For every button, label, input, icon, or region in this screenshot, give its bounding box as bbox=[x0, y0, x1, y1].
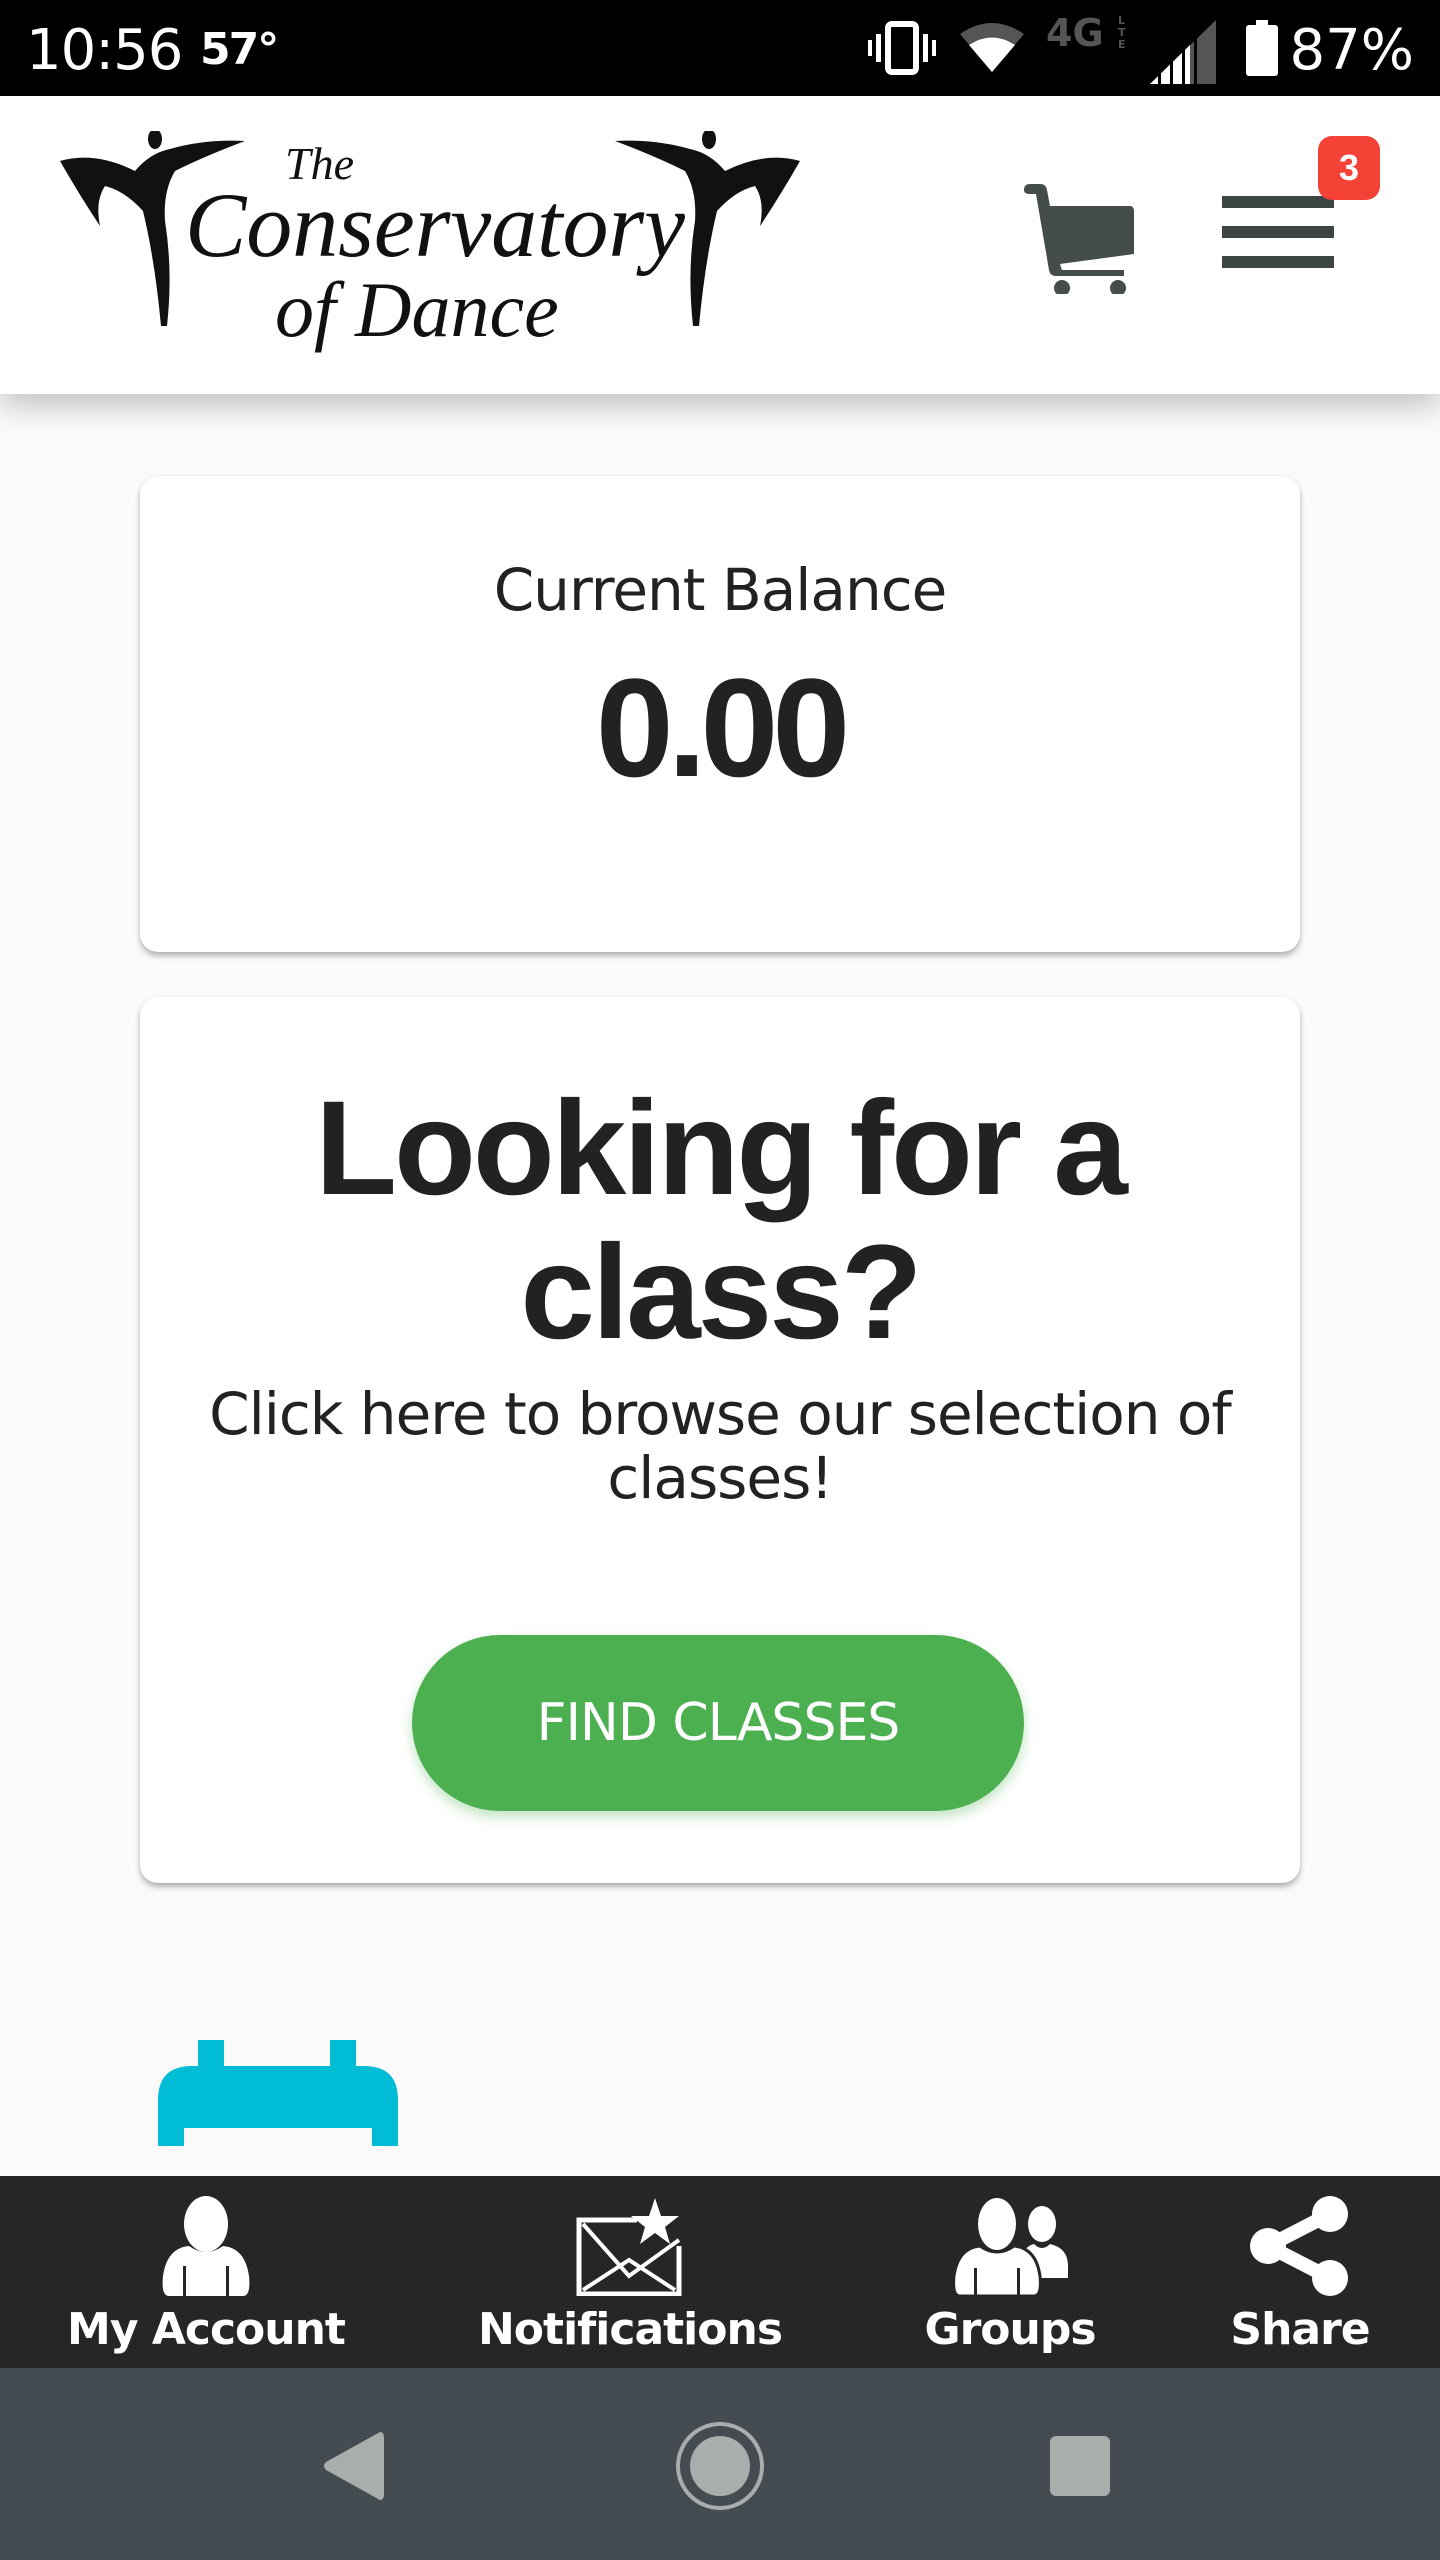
menu-notification-badge: 3 bbox=[1318, 136, 1380, 200]
signal-icon bbox=[1150, 20, 1216, 84]
menu-bar-bottom bbox=[1222, 256, 1334, 268]
logo-text-conservatory: Conservatory bbox=[185, 174, 685, 276]
user-icon bbox=[162, 2196, 250, 2296]
bottom-navigation: My Account Notifications Groups Share bbox=[0, 2176, 1440, 2368]
nav-my-account[interactable]: My Account bbox=[46, 2176, 366, 2368]
balance-label: Current Balance bbox=[493, 556, 948, 624]
hamburger-menu-button[interactable] bbox=[1222, 196, 1334, 276]
class-card-description[interactable]: Click here to browse our selection of cl… bbox=[180, 1382, 1260, 1510]
recents-icon[interactable] bbox=[1048, 2434, 1112, 2498]
menu-bar-top bbox=[1222, 196, 1334, 208]
menu-bar-middle bbox=[1222, 226, 1334, 238]
status-temperature: 57° bbox=[200, 24, 279, 75]
nav-notifications[interactable]: Notifications bbox=[470, 2176, 790, 2368]
android-navigation-bar bbox=[0, 2368, 1440, 2560]
nav-label-my-account: My Account bbox=[67, 2304, 346, 2355]
svg-text:E: E bbox=[1118, 38, 1126, 51]
nav-groups[interactable]: Groups bbox=[880, 2176, 1140, 2368]
calendar-icon[interactable] bbox=[158, 2040, 398, 2146]
back-icon[interactable] bbox=[322, 2430, 386, 2502]
balance-card: Current Balance 0.00 bbox=[140, 476, 1300, 952]
wifi-icon bbox=[960, 23, 1024, 72]
battery-icon bbox=[1246, 20, 1278, 76]
balance-value: 0.00 bbox=[595, 649, 850, 806]
home-icon[interactable] bbox=[674, 2420, 766, 2512]
svg-text:4G: 4G bbox=[1046, 12, 1104, 52]
find-classes-button[interactable]: FIND CLASSES bbox=[412, 1635, 1024, 1811]
nav-label-groups: Groups bbox=[924, 2304, 1096, 2355]
logo-text-of-dance: of Dance bbox=[275, 266, 559, 353]
nav-label-notifications: Notifications bbox=[477, 2304, 783, 2355]
status-bar: 10:56 57° 4G L T E 87% bbox=[0, 0, 1440, 96]
envelope-star-icon bbox=[576, 2198, 682, 2296]
users-icon bbox=[952, 2196, 1068, 2296]
app-header: The Conservatory of Dance 3 bbox=[0, 96, 1440, 394]
find-class-card[interactable]: Looking for a class? Click here to brows… bbox=[140, 997, 1300, 1883]
class-card-title: Looking for a class? bbox=[315, 1074, 1128, 1367]
main-content: Current Balance 0.00 Looking for a class… bbox=[0, 394, 1440, 2176]
nav-label-share: Share bbox=[1230, 2304, 1370, 2355]
shopping-cart-icon[interactable] bbox=[1020, 184, 1140, 294]
share-icon bbox=[1250, 2196, 1348, 2296]
battery-percent: 87% bbox=[1289, 18, 1414, 83]
4g-lte-icon: 4G L T E bbox=[1046, 12, 1126, 52]
status-time: 10:56 bbox=[26, 18, 183, 83]
vibrate-icon bbox=[868, 21, 936, 75]
conservatory-logo[interactable]: The Conservatory of Dance bbox=[55, 131, 805, 361]
nav-share[interactable]: Share bbox=[1180, 2176, 1420, 2368]
